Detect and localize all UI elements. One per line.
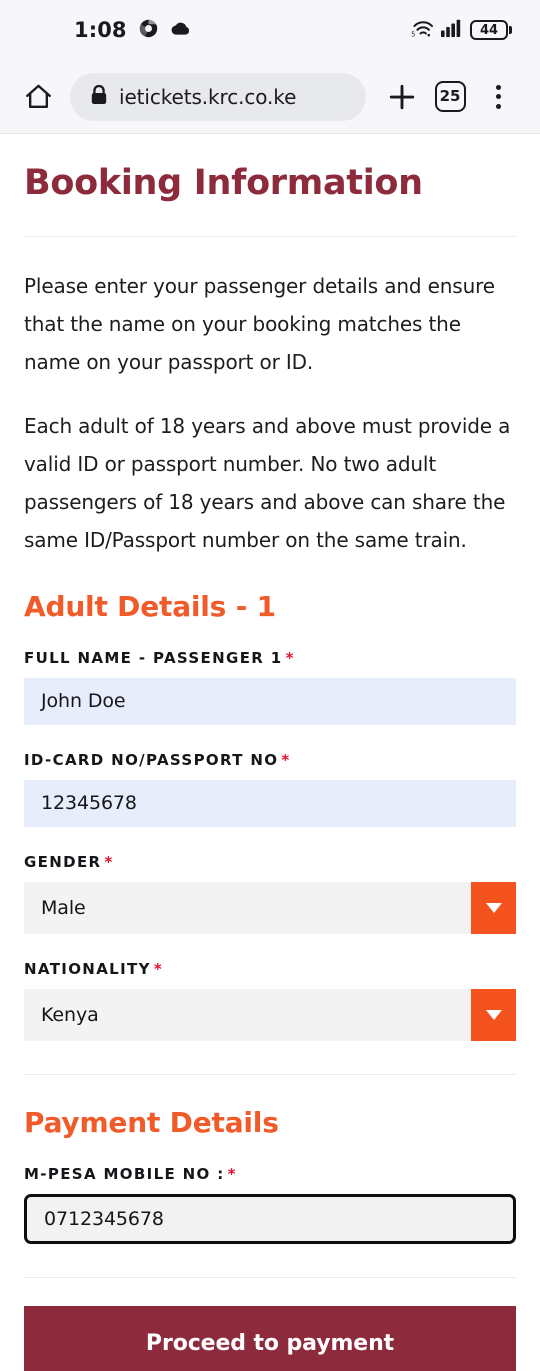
chrome-icon bbox=[139, 19, 158, 42]
intro-paragraph-1: Please enter your passenger details and … bbox=[24, 273, 495, 374]
battery-percent: 44 bbox=[479, 22, 499, 38]
label-mpesa: M-PESA MOBILE NO : * bbox=[24, 1165, 516, 1183]
label-id-number: ID-CARD NO/PASSPORT NO * bbox=[24, 751, 516, 769]
field-group-mpesa: M-PESA MOBILE NO : * 0712345678 bbox=[24, 1165, 516, 1244]
divider-under-title bbox=[24, 235, 516, 237]
chevron-down-icon[interactable] bbox=[471, 881, 516, 934]
tab-count: 25 bbox=[439, 87, 461, 105]
label-id-number-text: ID-CARD NO/PASSPORT NO bbox=[24, 750, 279, 769]
input-id-number[interactable]: 12345678 bbox=[24, 779, 516, 827]
label-gender-text: GENDER bbox=[24, 852, 102, 871]
label-mpesa-text: M-PESA MOBILE NO : bbox=[24, 1164, 225, 1183]
triangle-down-glyph bbox=[485, 1009, 502, 1020]
adult-details-heading: Adult Details - 1 bbox=[24, 589, 276, 623]
label-nationality-text: NATIONALITY bbox=[24, 959, 151, 978]
svg-text:5: 5 bbox=[411, 30, 415, 37]
required-asterisk: * bbox=[285, 648, 295, 667]
status-bar-right: 5 44 bbox=[411, 19, 512, 42]
input-full-name[interactable]: John Doe bbox=[24, 677, 516, 725]
lock-icon bbox=[90, 84, 108, 109]
select-gender-value: Male bbox=[41, 896, 86, 919]
tab-counter-button[interactable]: 25 bbox=[428, 75, 472, 119]
battery-body: 44 bbox=[470, 20, 508, 40]
divider-above-proceed bbox=[24, 1276, 516, 1278]
battery-indicator: 44 bbox=[470, 20, 512, 40]
field-group-id-number: ID-CARD NO/PASSPORT NO * 12345678 bbox=[24, 751, 516, 827]
required-asterisk: * bbox=[104, 852, 114, 871]
tab-counter-box: 25 bbox=[434, 81, 466, 112]
select-gender[interactable]: Male bbox=[24, 881, 516, 934]
label-nationality: NATIONALITY * bbox=[24, 960, 516, 978]
label-full-name: FULL NAME - PASSENGER 1 * bbox=[24, 649, 516, 667]
field-group-nationality: NATIONALITY * Kenya bbox=[24, 960, 516, 1041]
cloud-icon bbox=[170, 21, 191, 40]
page-title: Booking Information bbox=[24, 163, 423, 203]
required-asterisk: * bbox=[281, 750, 291, 769]
status-bar-left: 1:08 bbox=[74, 18, 191, 42]
field-group-gender: GENDER * Male bbox=[24, 853, 516, 934]
home-icon[interactable] bbox=[16, 75, 60, 119]
plus-icon[interactable] bbox=[380, 75, 424, 119]
page-content: Booking Information Please enter your pa… bbox=[0, 134, 540, 1371]
label-gender: GENDER * bbox=[24, 853, 516, 871]
intro-paragraph-2: Each adult of 18 years and above must pr… bbox=[24, 413, 511, 552]
battery-tip bbox=[509, 26, 512, 34]
url-bar[interactable]: ietickets.krc.co.ke bbox=[70, 72, 366, 121]
required-asterisk: * bbox=[153, 959, 164, 978]
clock-time: 1:08 bbox=[74, 18, 127, 42]
url-text: ietickets.krc.co.ke bbox=[119, 84, 297, 109]
input-mpesa-mobile-no[interactable]: 0712345678 bbox=[24, 1193, 516, 1244]
label-full-name-text: FULL NAME - PASSENGER 1 bbox=[24, 648, 283, 667]
select-nationality[interactable]: Kenya bbox=[24, 988, 516, 1041]
select-nationality-value: Kenya bbox=[41, 1003, 99, 1026]
kebab-dots bbox=[495, 84, 501, 109]
system-status-bar: 1:08 5 44 bbox=[0, 0, 540, 60]
browser-chrome: 1:08 5 44 ietickets.krc.co.ke 25 bbox=[0, 0, 540, 134]
kebab-menu-icon[interactable] bbox=[476, 75, 520, 119]
chevron-down-icon[interactable] bbox=[471, 988, 516, 1041]
triangle-down-glyph bbox=[485, 902, 502, 913]
field-group-full-name: FULL NAME - PASSENGER 1 * John Doe bbox=[24, 649, 516, 725]
browser-toolbar: ietickets.krc.co.ke 25 bbox=[0, 60, 540, 133]
required-asterisk: * bbox=[227, 1164, 237, 1183]
payment-details-heading: Payment Details bbox=[24, 1105, 279, 1139]
divider-above-payment bbox=[24, 1073, 516, 1075]
proceed-to-payment-button[interactable]: Proceed to payment bbox=[24, 1305, 516, 1371]
wifi-5-icon: 5 bbox=[411, 19, 434, 42]
cellular-signal-icon bbox=[441, 19, 463, 41]
